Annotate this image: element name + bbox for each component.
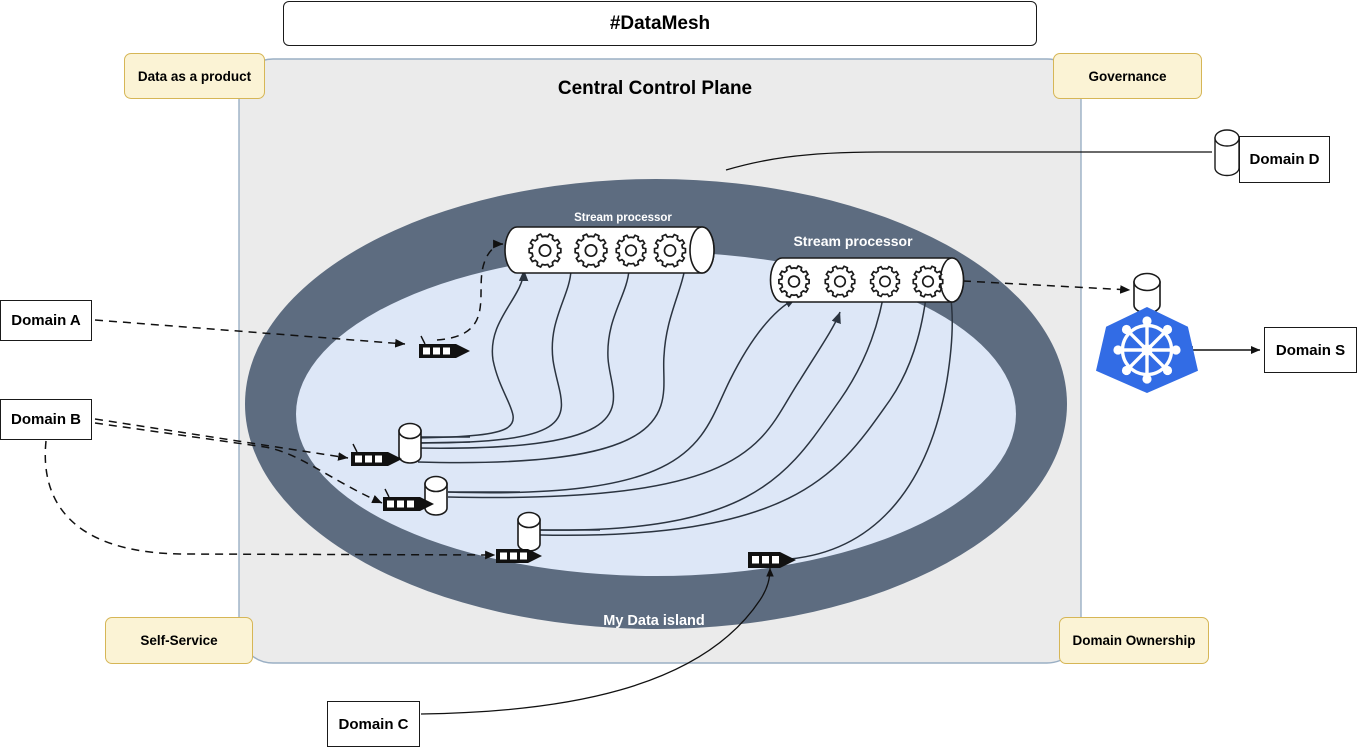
page-title: #DataMesh	[283, 1, 1037, 46]
domain-d-box[interactable]: Domain D	[1239, 136, 1330, 183]
stream-processor-2-label: Stream processor	[793, 233, 913, 249]
principle-domain-ownership[interactable]: Domain Ownership	[1059, 617, 1209, 664]
database-cylinder-icon-1	[398, 422, 422, 464]
kubernetes-logo-icon	[1096, 307, 1198, 393]
datamesh-diagram: #DataMesh Central Control Plane Stream p…	[0, 0, 1358, 748]
database-cylinder-icon-3	[517, 511, 541, 552]
stream-processor-1[interactable]	[504, 226, 715, 274]
principle-data-as-a-product[interactable]: Data as a product	[124, 53, 265, 99]
central-control-plane-title: Central Control Plane	[557, 78, 753, 99]
domain-c-box[interactable]: Domain C	[327, 701, 420, 747]
domain-d-database-icon	[1214, 129, 1240, 177]
principle-governance[interactable]: Governance	[1053, 53, 1202, 99]
data-island-label: My Data island	[603, 613, 705, 629]
domain-s-box[interactable]: Domain S	[1264, 327, 1357, 373]
domain-a-box[interactable]: Domain A	[0, 300, 92, 341]
stream-processor-2[interactable]	[769, 257, 965, 303]
database-cylinder-icon-2	[424, 475, 448, 516]
principle-self-service[interactable]: Self-Service	[105, 617, 253, 664]
domain-b-box[interactable]: Domain B	[0, 399, 92, 440]
stream-processor-1-label: Stream processor	[574, 212, 672, 224]
